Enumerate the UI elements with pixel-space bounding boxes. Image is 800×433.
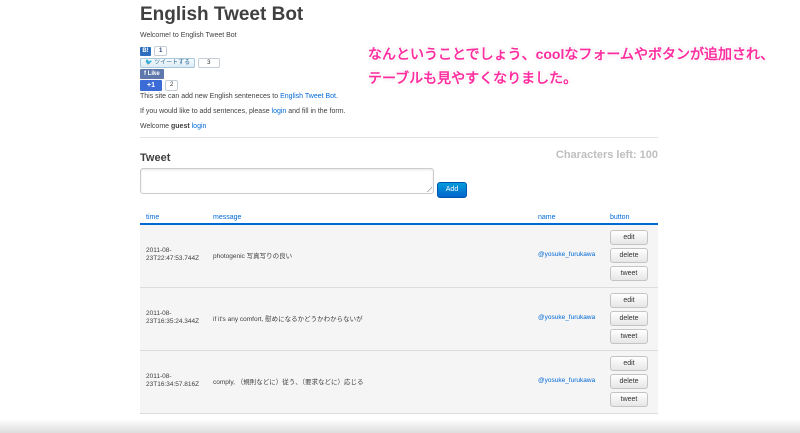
google-plus-count: 2 — [165, 80, 179, 91]
header-name[interactable]: name — [538, 214, 556, 221]
delete-button[interactable]: delete — [610, 248, 648, 263]
facebook-like: f Like — [140, 69, 164, 79]
hatena-icon[interactable]: B! — [140, 46, 151, 56]
twitter-bird-icon: 🐦 — [145, 60, 153, 66]
page-title: English Tweet Bot — [140, 4, 304, 25]
edit-button[interactable]: edit — [610, 230, 648, 245]
add-button[interactable]: Add — [437, 182, 467, 198]
google-plus-button[interactable]: +1 — [140, 80, 162, 91]
guest-name: guest — [171, 123, 190, 130]
site-description: This site can add new English senteneces… — [140, 93, 338, 100]
welcome-text: Welcome! to English Tweet Bot — [140, 32, 237, 39]
annotation-line-2: テーブルも見やすくなりました。 — [368, 70, 578, 86]
screenshot-frame: English Tweet Bot Welcome! to English Tw… — [0, 0, 800, 433]
edit-button[interactable]: edit — [610, 293, 648, 308]
delete-button[interactable]: delete — [610, 311, 648, 326]
characters-left: Characters left: 100 — [555, 149, 658, 161]
row-time: 2011-08-23T16:34:57.816Z — [146, 373, 200, 388]
hatena-count[interactable]: 1 — [154, 46, 168, 56]
tweet-share-count: 3 — [198, 58, 220, 68]
row-time: 2011-08-23T16:35:24.344Z — [146, 310, 200, 325]
login-link[interactable]: login — [272, 108, 287, 115]
row-message: comply, （規則などに）従う、（要求などに）応じる — [213, 379, 364, 386]
tweet-button[interactable]: tweet — [610, 266, 648, 281]
row-time: 2011-08-23T22:47:53.744Z — [146, 247, 200, 262]
header-button[interactable]: button — [610, 214, 629, 221]
tweets-table: time message name button 2011-08-23T22:4… — [140, 209, 658, 414]
header-time[interactable]: time — [146, 214, 159, 221]
row-name-link[interactable]: @yosuke_furukawa — [538, 251, 595, 258]
row-message: photogenic 写真写りの良い — [213, 253, 293, 260]
login-instructions: If you would like to add sentences, plea… — [140, 108, 345, 115]
annotation-text: なんということでしょう、coolなフォームやボタンが追加され、 テーブルも見やす… — [368, 42, 788, 90]
tweet-share-label: ツイートする — [154, 60, 191, 66]
table-row: 2011-08-23T16:34:57.816Z comply, （規則などに）… — [140, 351, 658, 414]
row-buttons: edit delete tweet — [610, 356, 650, 410]
row-buttons: edit delete tweet — [610, 230, 650, 284]
login-instructions-text: If you would like to add sentences, plea… — [140, 108, 272, 115]
table-row: 2011-08-23T16:35:24.344Z if it's any com… — [140, 288, 658, 351]
twitter-share: 🐦 ツイートする 3 — [140, 58, 220, 68]
row-message: if it's any comfort, 慰めになるかどうかわからないが — [213, 316, 363, 323]
site-description-text: This site can add new English senteneces… — [140, 93, 281, 100]
table-row: 2011-08-23T22:47:53.744Z photogenic 写真写り… — [140, 225, 658, 288]
hatena-bookmark: B! 1 — [140, 46, 168, 56]
annotation-line-1: なんということでしょう、coolなフォームやボタンが追加され、 — [368, 46, 775, 62]
facebook-like-button[interactable]: f Like — [140, 69, 164, 79]
tweet-textarea[interactable] — [140, 168, 434, 194]
tweet-button[interactable]: tweet — [610, 392, 648, 407]
table-header: time message name button — [140, 209, 658, 225]
tweet-button[interactable]: tweet — [610, 329, 648, 344]
delete-button[interactable]: delete — [610, 374, 648, 389]
header-message[interactable]: message — [213, 214, 241, 221]
site-description-end: . — [336, 93, 338, 100]
facebook-like-label: Like — [147, 71, 160, 77]
row-name-link[interactable]: @yosuke_furukawa — [538, 314, 595, 321]
guest-login-link[interactable]: login — [192, 123, 207, 130]
edit-button[interactable]: edit — [610, 356, 648, 371]
site-link[interactable]: English Tweet Bot — [280, 93, 336, 100]
login-instructions-end: and fill in the form. — [286, 108, 346, 115]
user-status: Welcome guest login — [140, 123, 206, 130]
user-status-text: Welcome — [140, 123, 171, 130]
row-name-link[interactable]: @yosuke_furukawa — [538, 377, 595, 384]
google-plus: +1 2 — [140, 80, 179, 91]
tweet-share-button[interactable]: 🐦 ツイートする — [140, 58, 196, 68]
divider — [140, 137, 658, 138]
facebook-icon: f — [144, 71, 146, 77]
row-buttons: edit delete tweet — [610, 293, 650, 347]
tweet-heading: Tweet — [140, 152, 171, 164]
